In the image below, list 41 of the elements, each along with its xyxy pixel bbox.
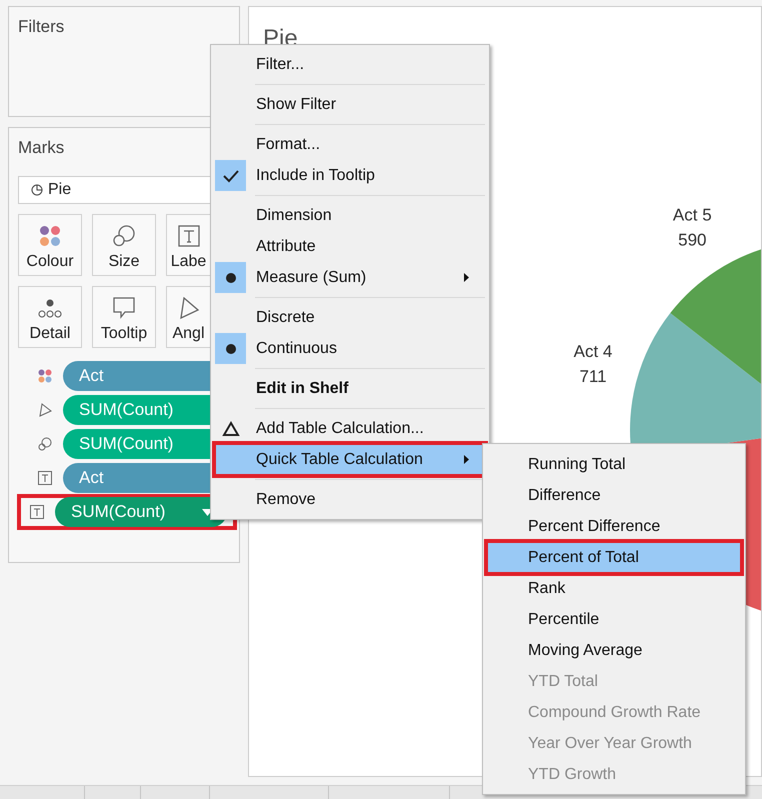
slice-value: 590 [678, 230, 706, 250]
slice-label: Act 5 [672, 206, 712, 225]
mark-type-label: Pie [48, 181, 72, 199]
angle-icon [38, 403, 52, 417]
size-circles-icon [38, 437, 52, 451]
mark-property-button[interactable]: Colour [18, 214, 82, 276]
pie-icon [31, 184, 43, 196]
size-circles-icon [113, 225, 135, 247]
menu-item[interactable]: Format... [215, 129, 485, 160]
menu-item[interactable]: Show Filter [215, 89, 485, 120]
submenu-item[interactable]: Rank [487, 573, 741, 604]
menu-item[interactable]: Continuous [215, 333, 485, 364]
marks-title: Marks [18, 138, 66, 158]
mark-property-button[interactable]: Labe [166, 214, 211, 276]
menu-item[interactable]: Quick Table Calculation [215, 444, 485, 475]
colour-dots-icon [39, 225, 61, 247]
slice-label: Act 4 [574, 342, 612, 362]
mark-property-button[interactable]: Detail [18, 286, 82, 348]
field-pill[interactable]: SUM(Count) [55, 497, 227, 527]
menu-item[interactable]: Measure (Sum) [215, 262, 485, 293]
menu-item[interactable]: Attribute [215, 231, 485, 262]
mark-property-button[interactable]: Angl [166, 286, 211, 348]
text-label-icon [30, 505, 44, 519]
menu-item[interactable]: Discrete [215, 302, 485, 333]
submenu-item[interactable]: Percent of Total [487, 542, 741, 573]
submenu-item[interactable]: Percent Difference [487, 511, 741, 542]
speech-bubble-icon [113, 297, 135, 319]
mark-property-button[interactable]: Size [92, 214, 156, 276]
submenu-item[interactable]: Difference [487, 480, 741, 511]
mark-property-button[interactable]: Tooltip [92, 286, 156, 348]
menu-item[interactable]: Filter... [215, 49, 485, 80]
submenu-item[interactable]: Percentile [487, 604, 741, 635]
detail-dots-icon [38, 299, 62, 319]
submenu-item[interactable]: Moving Average [487, 635, 741, 666]
submenu-item[interactable]: Running Total [487, 449, 741, 480]
text-label-icon [38, 471, 52, 485]
angle-icon [178, 297, 200, 319]
slice-value: 711 [579, 367, 607, 386]
text-label-icon [178, 225, 200, 247]
colour-dots-icon [38, 369, 52, 383]
filters-title: Filters [18, 17, 66, 37]
